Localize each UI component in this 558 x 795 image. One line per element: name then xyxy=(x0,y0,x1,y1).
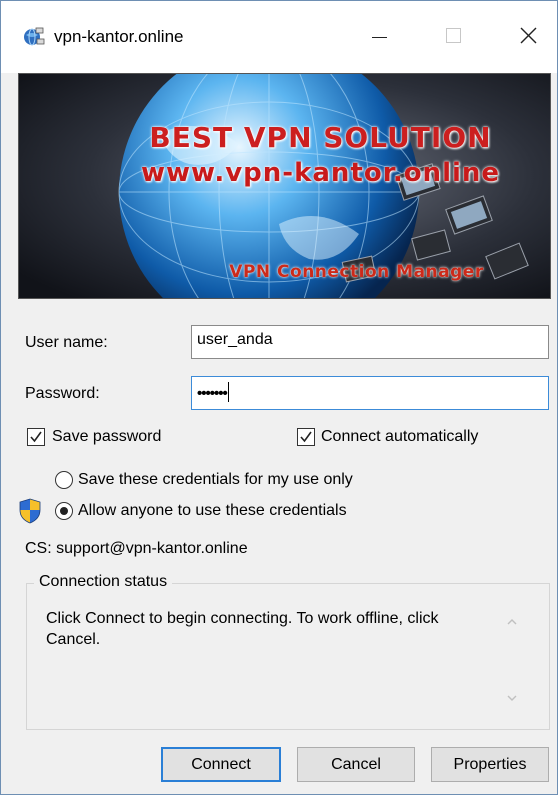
save-password-label[interactable]: Save password xyxy=(52,428,161,446)
text-caret xyxy=(227,382,229,402)
username-label: User name: xyxy=(25,334,108,351)
cs-support-text: CS: support@vpn-kantor.online xyxy=(25,540,248,557)
radio-allow-anyone[interactable] xyxy=(55,502,73,520)
password-value: ••••••• xyxy=(197,385,228,402)
connection-status-group xyxy=(26,583,550,730)
banner-line-3: VPN Connection Manager xyxy=(229,262,484,282)
connection-status-title: Connection status xyxy=(34,573,173,591)
password-input[interactable]: ••••••• xyxy=(191,376,549,410)
scroll-up-icon[interactable] xyxy=(505,615,519,629)
banner-line-2: www.vpn-kantor.online xyxy=(140,158,501,188)
connect-button[interactable]: Connect xyxy=(161,747,281,782)
close-icon xyxy=(520,27,537,44)
title-bar: vpn-kantor.online xyxy=(1,1,557,73)
banner-line-1: BEST VPN SOLUTION xyxy=(149,121,492,154)
check-icon xyxy=(300,431,312,443)
username-input[interactable]: user_anda xyxy=(191,325,549,359)
radio-selected-dot xyxy=(60,507,68,515)
maximize-button[interactable] xyxy=(432,19,478,53)
minimize-icon xyxy=(372,37,387,38)
uac-shield-icon xyxy=(19,498,41,524)
properties-button[interactable]: Properties xyxy=(431,747,549,782)
vpn-dialog-window: vpn-kantor.online BEST VPN SOLUTION www.… xyxy=(0,0,558,795)
cancel-button[interactable]: Cancel xyxy=(297,747,415,782)
username-value: user_anda xyxy=(197,331,273,348)
radio-my-use-only-label[interactable]: Save these credentials for my use only xyxy=(78,471,353,489)
radio-allow-anyone-label[interactable]: Allow anyone to use these credentials xyxy=(78,502,347,520)
connect-automatically-checkbox[interactable] xyxy=(297,428,315,446)
vpn-globe-icon xyxy=(24,27,45,46)
connect-automatically-label[interactable]: Connect automatically xyxy=(321,428,478,446)
banner-image: BEST VPN SOLUTION www.vpn-kantor.online … xyxy=(18,73,551,299)
password-label: Password: xyxy=(25,385,100,402)
check-icon xyxy=(30,431,42,443)
radio-my-use-only[interactable] xyxy=(55,471,73,489)
save-password-checkbox[interactable] xyxy=(27,428,45,446)
connection-status-message: Click Connect to begin connecting. To wo… xyxy=(46,610,439,648)
scroll-down-icon[interactable] xyxy=(505,691,519,705)
window-title: vpn-kantor.online xyxy=(54,27,184,46)
maximize-icon xyxy=(446,28,461,43)
close-button[interactable] xyxy=(507,19,553,53)
minimize-button[interactable] xyxy=(356,19,402,53)
